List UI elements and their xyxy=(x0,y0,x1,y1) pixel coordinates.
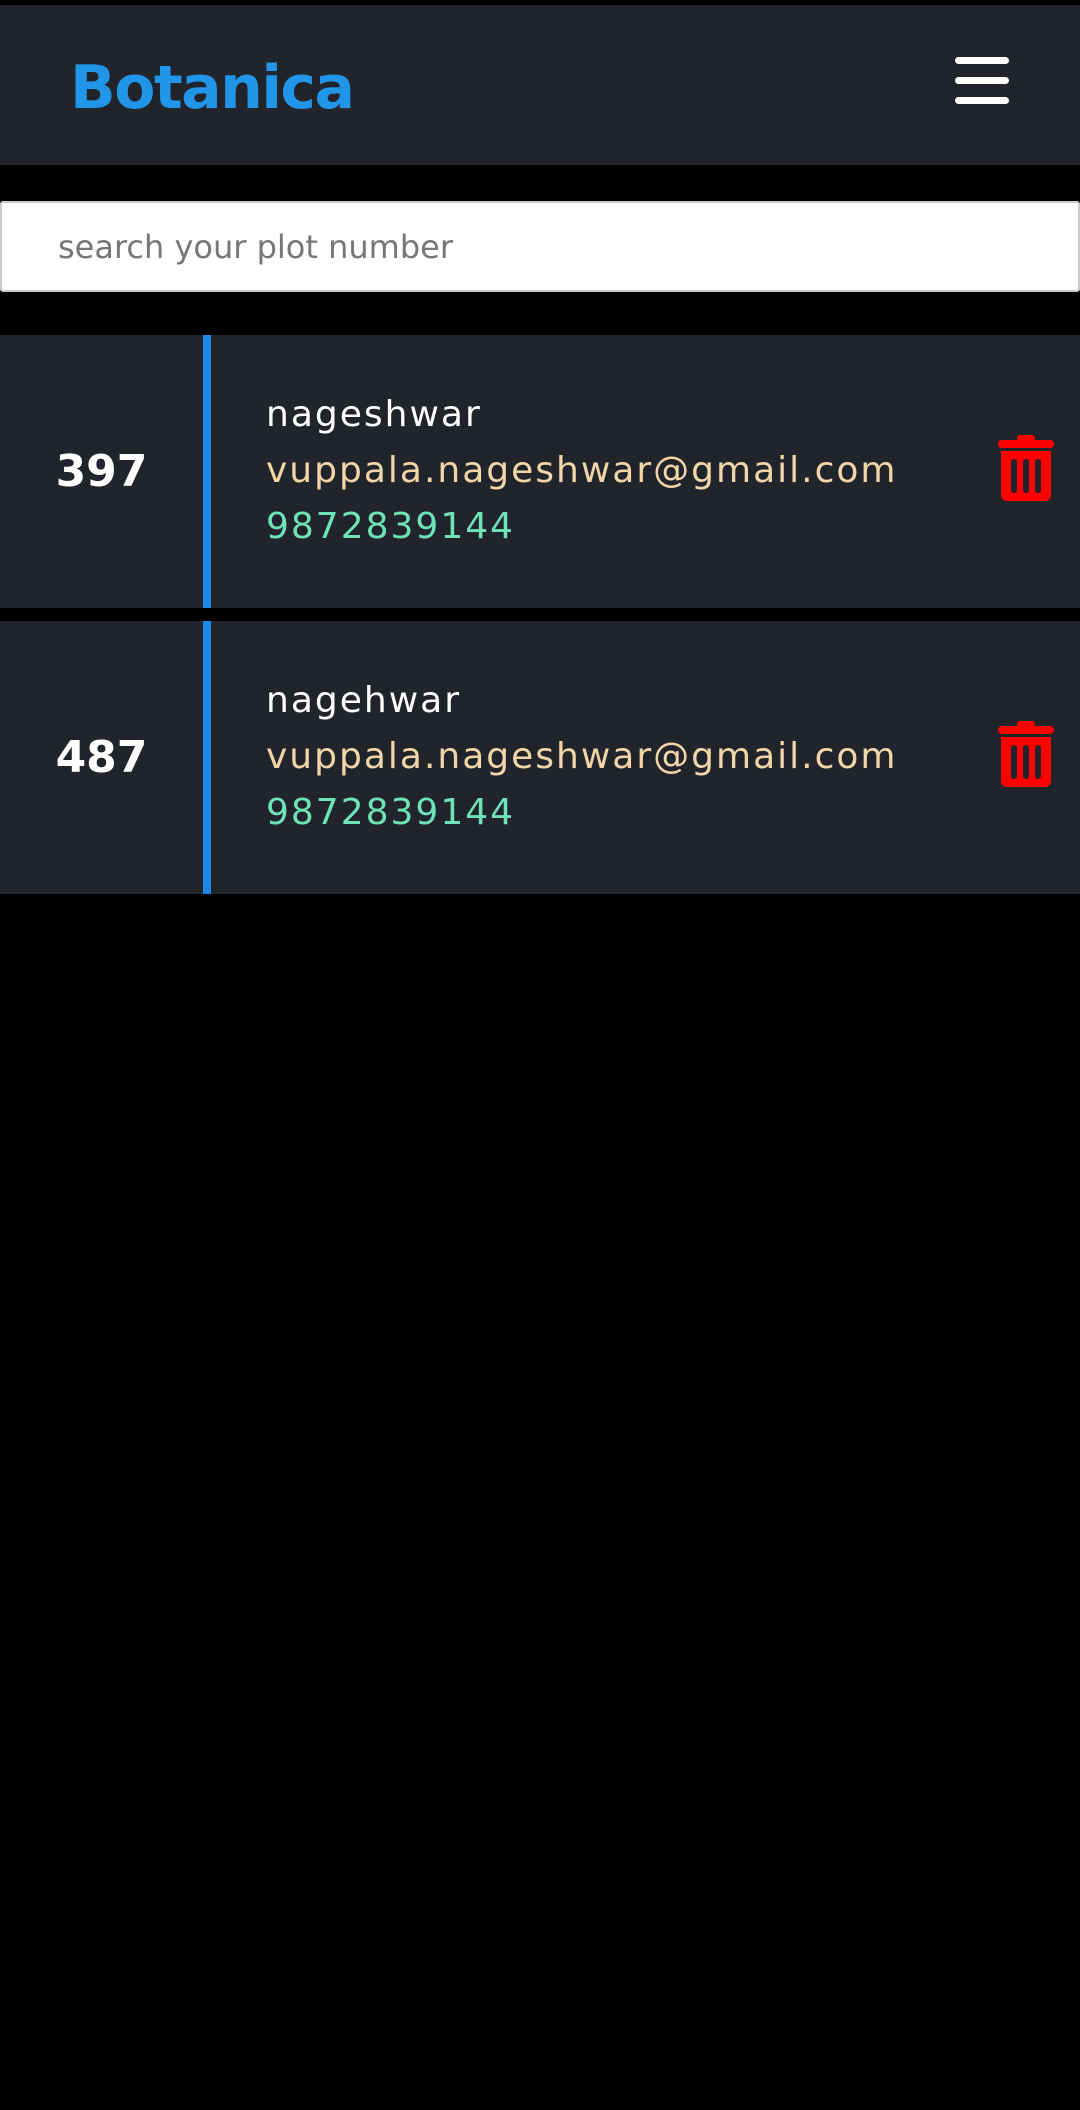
hamburger-menu-icon xyxy=(952,53,1012,109)
plot-number: 397 xyxy=(55,446,148,497)
app-header: Botanica xyxy=(0,5,1080,165)
brand-title: Botanica xyxy=(70,53,355,123)
plot-list: 397 nageshwar vuppala.nageshwar@gmail.co… xyxy=(0,335,1080,907)
delete-button[interactable] xyxy=(998,435,1054,501)
trash-icon xyxy=(998,721,1054,787)
owner-name: nagehwar xyxy=(266,680,461,721)
card-divider xyxy=(203,335,211,608)
owner-email: vuppala.nageshwar@gmail.com xyxy=(266,736,898,777)
owner-phone: 9872839144 xyxy=(266,506,516,547)
owner-name: nageshwar xyxy=(266,394,482,435)
search-input[interactable] xyxy=(0,201,1080,292)
owner-phone: 9872839144 xyxy=(266,792,516,833)
menu-button[interactable] xyxy=(952,53,1012,109)
owner-email: vuppala.nageshwar@gmail.com xyxy=(266,450,898,491)
card-divider xyxy=(203,621,211,894)
plot-owner-info: nagehwar vuppala.nageshwar@gmail.com 987… xyxy=(266,673,897,841)
plot-card[interactable]: 487 nagehwar vuppala.nageshwar@gmail.com… xyxy=(0,621,1080,894)
delete-button[interactable] xyxy=(998,721,1054,787)
plot-card[interactable]: 397 nageshwar vuppala.nageshwar@gmail.co… xyxy=(0,335,1080,608)
trash-icon xyxy=(998,435,1054,501)
plot-number: 487 xyxy=(55,732,148,783)
plot-owner-info: nageshwar vuppala.nageshwar@gmail.com 98… xyxy=(266,387,897,555)
